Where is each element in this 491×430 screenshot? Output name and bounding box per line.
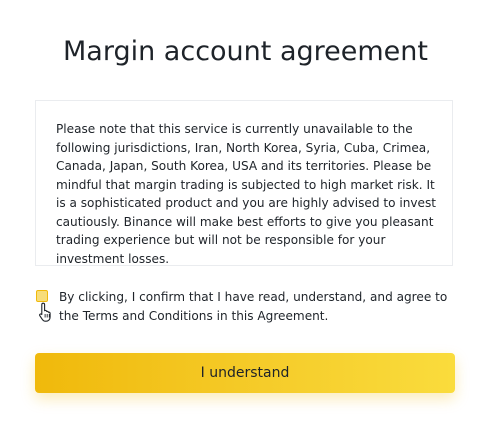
agreement-checkbox[interactable] — [36, 290, 48, 302]
agreement-label[interactable]: By clicking, I confirm that I have read,… — [59, 288, 457, 325]
notice-box: Please note that this service is current… — [35, 100, 453, 266]
margin-agreement-dialog: Margin account agreement Please note tha… — [0, 0, 491, 430]
i-understand-button[interactable]: I understand — [35, 353, 455, 393]
hand-pointer-icon — [39, 302, 51, 322]
page-title: Margin account agreement — [63, 36, 428, 67]
agreement-row[interactable]: By clicking, I confirm that I have read,… — [35, 288, 455, 328]
notice-text: Please note that this service is current… — [56, 122, 436, 266]
